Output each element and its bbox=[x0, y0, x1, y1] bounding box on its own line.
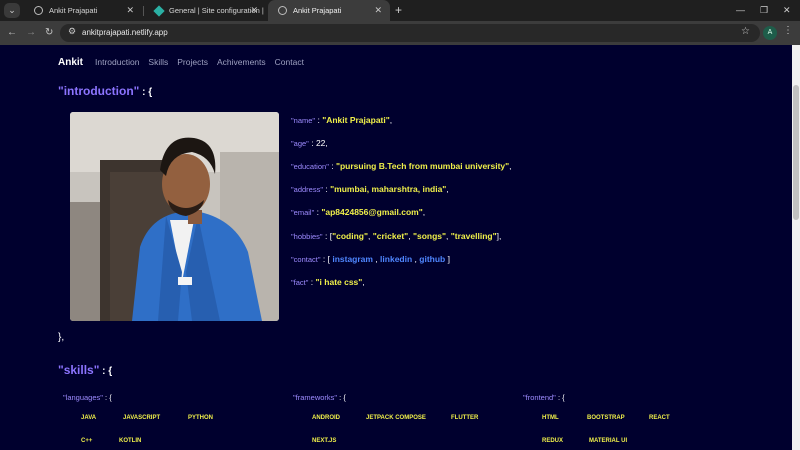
restore-icon[interactable]: ❐ bbox=[760, 0, 768, 21]
field-name: "name" : "Ankit Prajapati", bbox=[291, 115, 393, 125]
skill-item: ANDROID bbox=[312, 415, 340, 421]
address-bar[interactable]: ⚙ ankitprajapati.netlify.app ☆ bbox=[60, 24, 760, 42]
close-window-icon[interactable]: ✕ bbox=[783, 0, 791, 21]
nav-achivements[interactable]: Achivements bbox=[217, 57, 266, 67]
field-fact: "fact" : "i hate css", bbox=[291, 277, 365, 287]
github-link[interactable]: github bbox=[419, 254, 445, 264]
skill-item: C++ bbox=[81, 438, 93, 444]
skills-group-languages: "languages" : { bbox=[63, 393, 112, 402]
reload-icon[interactable]: ↻ bbox=[45, 25, 53, 41]
globe-icon bbox=[34, 6, 43, 15]
browser-tab-1[interactable]: Ankit Prajapati ✕ bbox=[24, 0, 142, 21]
field-contact: "contact" : [ instagram , linkedin , git… bbox=[291, 254, 450, 264]
instagram-link[interactable]: instagram bbox=[332, 254, 373, 264]
forward-arrow-icon[interactable]: → bbox=[26, 25, 36, 41]
browser-tab-2[interactable]: General | Site configuration | ... ✕ bbox=[144, 0, 266, 21]
close-tab-icon[interactable]: ✕ bbox=[250, 0, 258, 21]
close-tab-icon[interactable]: ✕ bbox=[126, 0, 134, 21]
bookmark-star-icon[interactable]: ☆ bbox=[741, 26, 750, 37]
site-brand[interactable]: Ankit bbox=[58, 57, 83, 68]
skills-group-frameworks: "frameworks" : { bbox=[293, 393, 346, 402]
profile-avatar[interactable]: A bbox=[763, 26, 777, 40]
nav-projects[interactable]: Projects bbox=[177, 57, 208, 67]
new-tab-button[interactable]: + bbox=[395, 0, 402, 21]
site-navbar: Ankit Introduction Skills Projects Achiv… bbox=[58, 55, 313, 69]
skill-item: JAVASCRIPT bbox=[123, 415, 161, 421]
page-scrollbar[interactable] bbox=[792, 45, 800, 450]
field-address: "address" : "mumbai, maharshtra, india", bbox=[291, 184, 449, 194]
linkedin-link[interactable]: linkedin bbox=[380, 254, 412, 264]
globe-icon bbox=[278, 6, 287, 15]
browser-tab-bar: ⌄ Ankit Prajapati ✕ General | Site confi… bbox=[0, 0, 800, 21]
skill-item: REACT bbox=[649, 415, 670, 421]
browser-tab-3-active[interactable]: Ankit Prajapati ✕ bbox=[268, 0, 390, 21]
url-text[interactable]: ankitprajapati.netlify.app bbox=[82, 24, 168, 42]
field-age: "age" : 22, bbox=[291, 138, 328, 148]
back-arrow-icon[interactable]: ← bbox=[7, 25, 17, 41]
skill-item: JAVA bbox=[81, 415, 97, 421]
skill-item: HTML bbox=[542, 415, 559, 421]
field-email: "email" : "ap8424856@gmail.com", bbox=[291, 207, 426, 217]
introduction-heading: "introduction" : { bbox=[58, 84, 153, 98]
skill-item: PYTHON bbox=[188, 415, 214, 421]
nav-contact[interactable]: Contact bbox=[275, 57, 304, 67]
nav-skills[interactable]: Skills bbox=[148, 57, 168, 67]
minimize-icon[interactable]: — bbox=[736, 0, 745, 21]
skill-item: REDUX bbox=[542, 438, 564, 444]
skills-heading: "skills" : { bbox=[58, 363, 113, 377]
skills-group-frontend: "frontend" : { bbox=[523, 393, 565, 402]
close-tab-icon[interactable]: ✕ bbox=[374, 0, 382, 21]
more-menu-icon[interactable]: ⋮ bbox=[783, 25, 793, 36]
skill-item: NEXT.JS bbox=[312, 438, 337, 444]
profile-photo bbox=[70, 112, 279, 321]
site-info-icon[interactable]: ⚙ bbox=[68, 26, 76, 37]
introduction-closing-brace: }, bbox=[58, 332, 65, 343]
tab-search-chevron-icon[interactable]: ⌄ bbox=[4, 3, 20, 18]
nav-introduction[interactable]: Introduction bbox=[95, 57, 139, 67]
page-viewport: Ankit Introduction Skills Projects Achiv… bbox=[0, 45, 792, 450]
skill-item: JETPACK COMPOSE bbox=[366, 415, 426, 421]
skill-item: MATERIAL UI bbox=[589, 438, 628, 444]
field-hobbies: "hobbies" : ["coding", "cricket", "songs… bbox=[291, 231, 502, 241]
skill-item: FLUTTER bbox=[451, 415, 479, 421]
browser-toolbar: ← → ↻ ⚙ ankitprajapati.netlify.app ☆ A ⋮ bbox=[0, 21, 800, 45]
netlify-icon bbox=[153, 4, 165, 17]
field-education: "education" : "pursuing B.Tech from mumb… bbox=[291, 161, 512, 171]
skill-item: BOOTSTRAP bbox=[587, 415, 625, 421]
scrollbar-thumb[interactable] bbox=[793, 85, 799, 220]
skill-item: KOTLIN bbox=[119, 438, 142, 444]
